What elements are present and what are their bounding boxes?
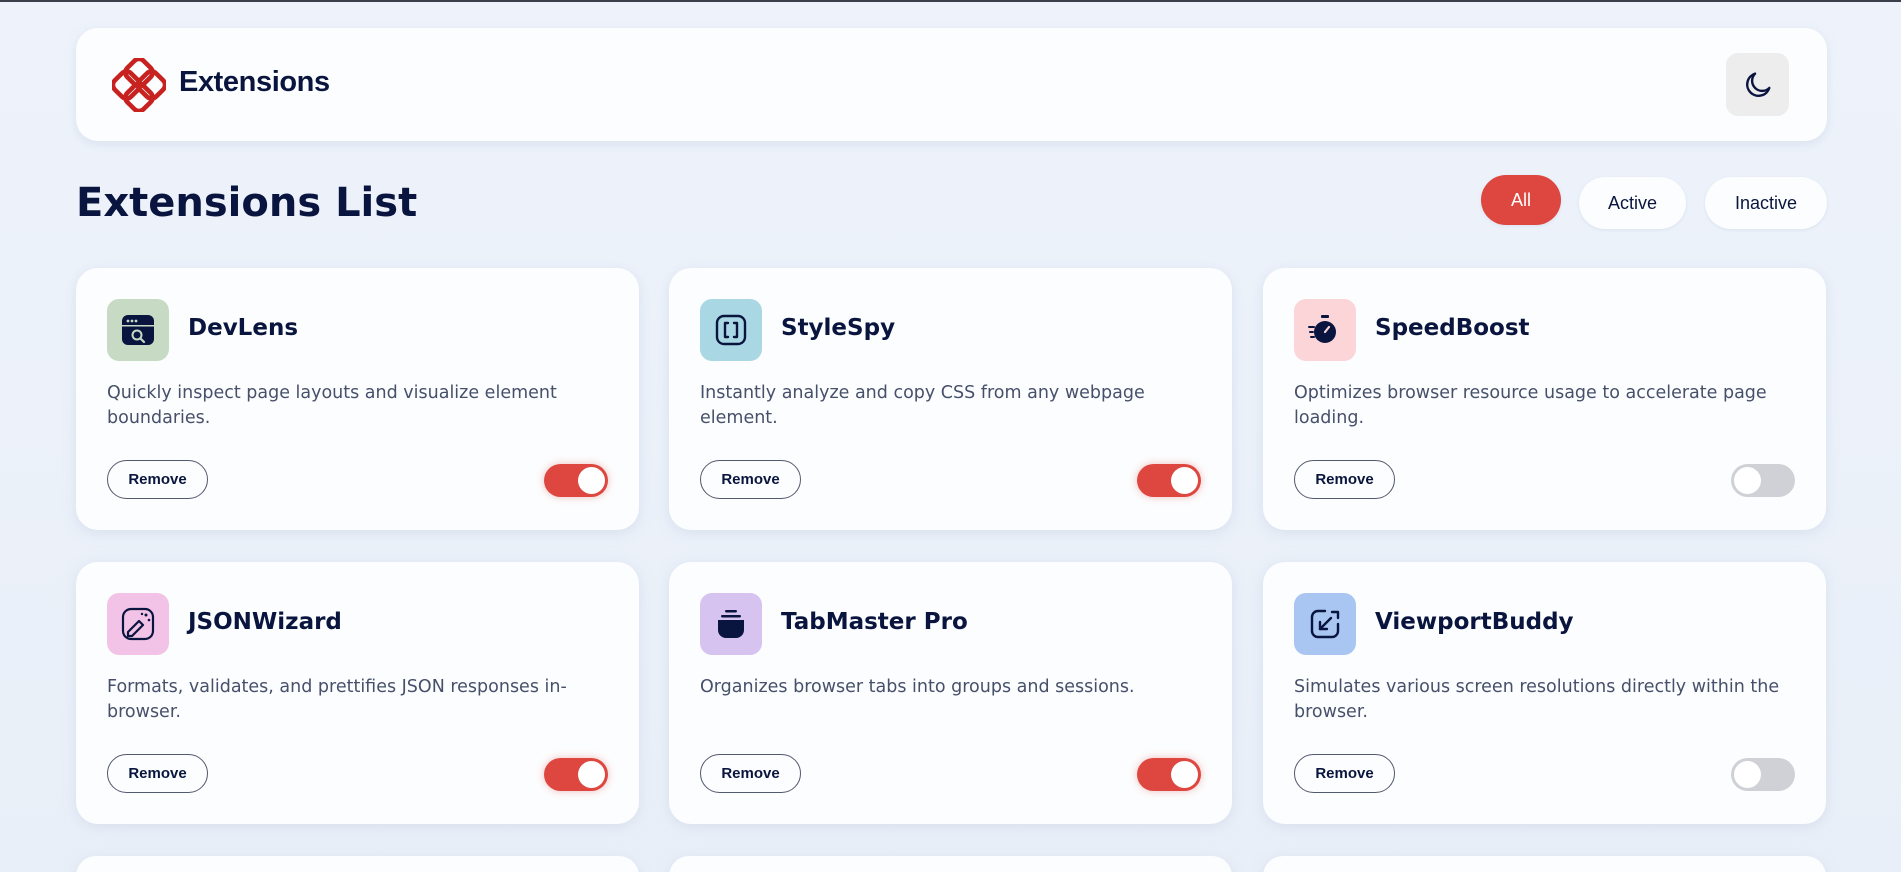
extension-toggle[interactable] [1731,464,1795,497]
remove-button[interactable]: Remove [700,754,801,793]
extension-description: Formats, validates, and prettifies JSON … [107,677,567,722]
toggle-knob [1734,761,1761,788]
brand-name: Extensions [179,66,330,98]
remove-button[interactable]: Remove [107,754,208,793]
extension-name: StyleSpy [781,315,896,341]
extension-card-stylespy: StyleSpy Instantly analyze and copy CSS … [669,268,1232,530]
stylespy-icon [700,299,762,361]
remove-button[interactable]: Remove [1294,754,1395,793]
theme-toggle-button[interactable] [1726,53,1789,116]
remove-button[interactable]: Remove [107,460,208,499]
extension-description: Organizes browser tabs into groups and s… [700,677,1135,697]
speedboost-icon [1294,299,1356,361]
toggle-knob [578,467,605,494]
extension-toggle[interactable] [544,464,608,497]
filter-inactive-button[interactable]: Inactive [1705,177,1827,229]
toggle-knob [1734,467,1761,494]
extension-description: Instantly analyze and copy CSS from any … [700,383,1145,428]
devlens-icon [107,299,169,361]
extension-description: Optimizes browser resource usage to acce… [1294,383,1767,428]
extension-name: JSONWizard [188,609,342,635]
extension-card-partial [669,856,1232,872]
extension-name: DevLens [188,315,299,341]
extension-name: SpeedBoost [1375,315,1530,341]
extension-card-tabmaster-pro: TabMaster Pro Organizes browser tabs int… [669,562,1232,824]
viewportbuddy-icon [1294,593,1356,655]
extension-toggle[interactable] [1137,758,1201,791]
filter-active-button[interactable]: Active [1579,177,1686,229]
extension-description: Quickly inspect page layouts and visuali… [107,383,557,428]
page-title: Extensions List [76,180,418,226]
remove-button[interactable]: Remove [1294,460,1395,499]
extensions-logo [112,58,166,112]
extension-toggle[interactable] [1731,758,1795,791]
extension-toggle[interactable] [544,758,608,791]
extension-card-jsonwizard: JSONWizard Formats, validates, and prett… [76,562,639,824]
top-header: Extensions [76,28,1827,141]
toggle-knob [1171,761,1198,788]
extension-card-partial [1263,856,1826,872]
extension-card-viewportbuddy: ViewportBuddy Simulates various screen r… [1263,562,1826,824]
extension-card-devlens: DevLens Quickly inspect page layouts and… [76,268,639,530]
extension-description: Simulates various screen resolutions dir… [1294,677,1780,722]
moon-icon [1745,71,1771,97]
extension-card-speedboost: SpeedBoost Optimizes browser resource us… [1263,268,1826,530]
toggle-knob [578,761,605,788]
remove-button[interactable]: Remove [700,460,801,499]
extension-name: ViewportBuddy [1375,609,1574,635]
extension-name: TabMaster Pro [781,609,968,635]
toggle-knob [1171,467,1198,494]
filter-all-button[interactable]: All [1481,175,1561,225]
extension-toggle[interactable] [1137,464,1201,497]
tabmaster-icon [700,593,762,655]
jsonwizard-icon [107,593,169,655]
extension-card-partial [76,856,639,872]
